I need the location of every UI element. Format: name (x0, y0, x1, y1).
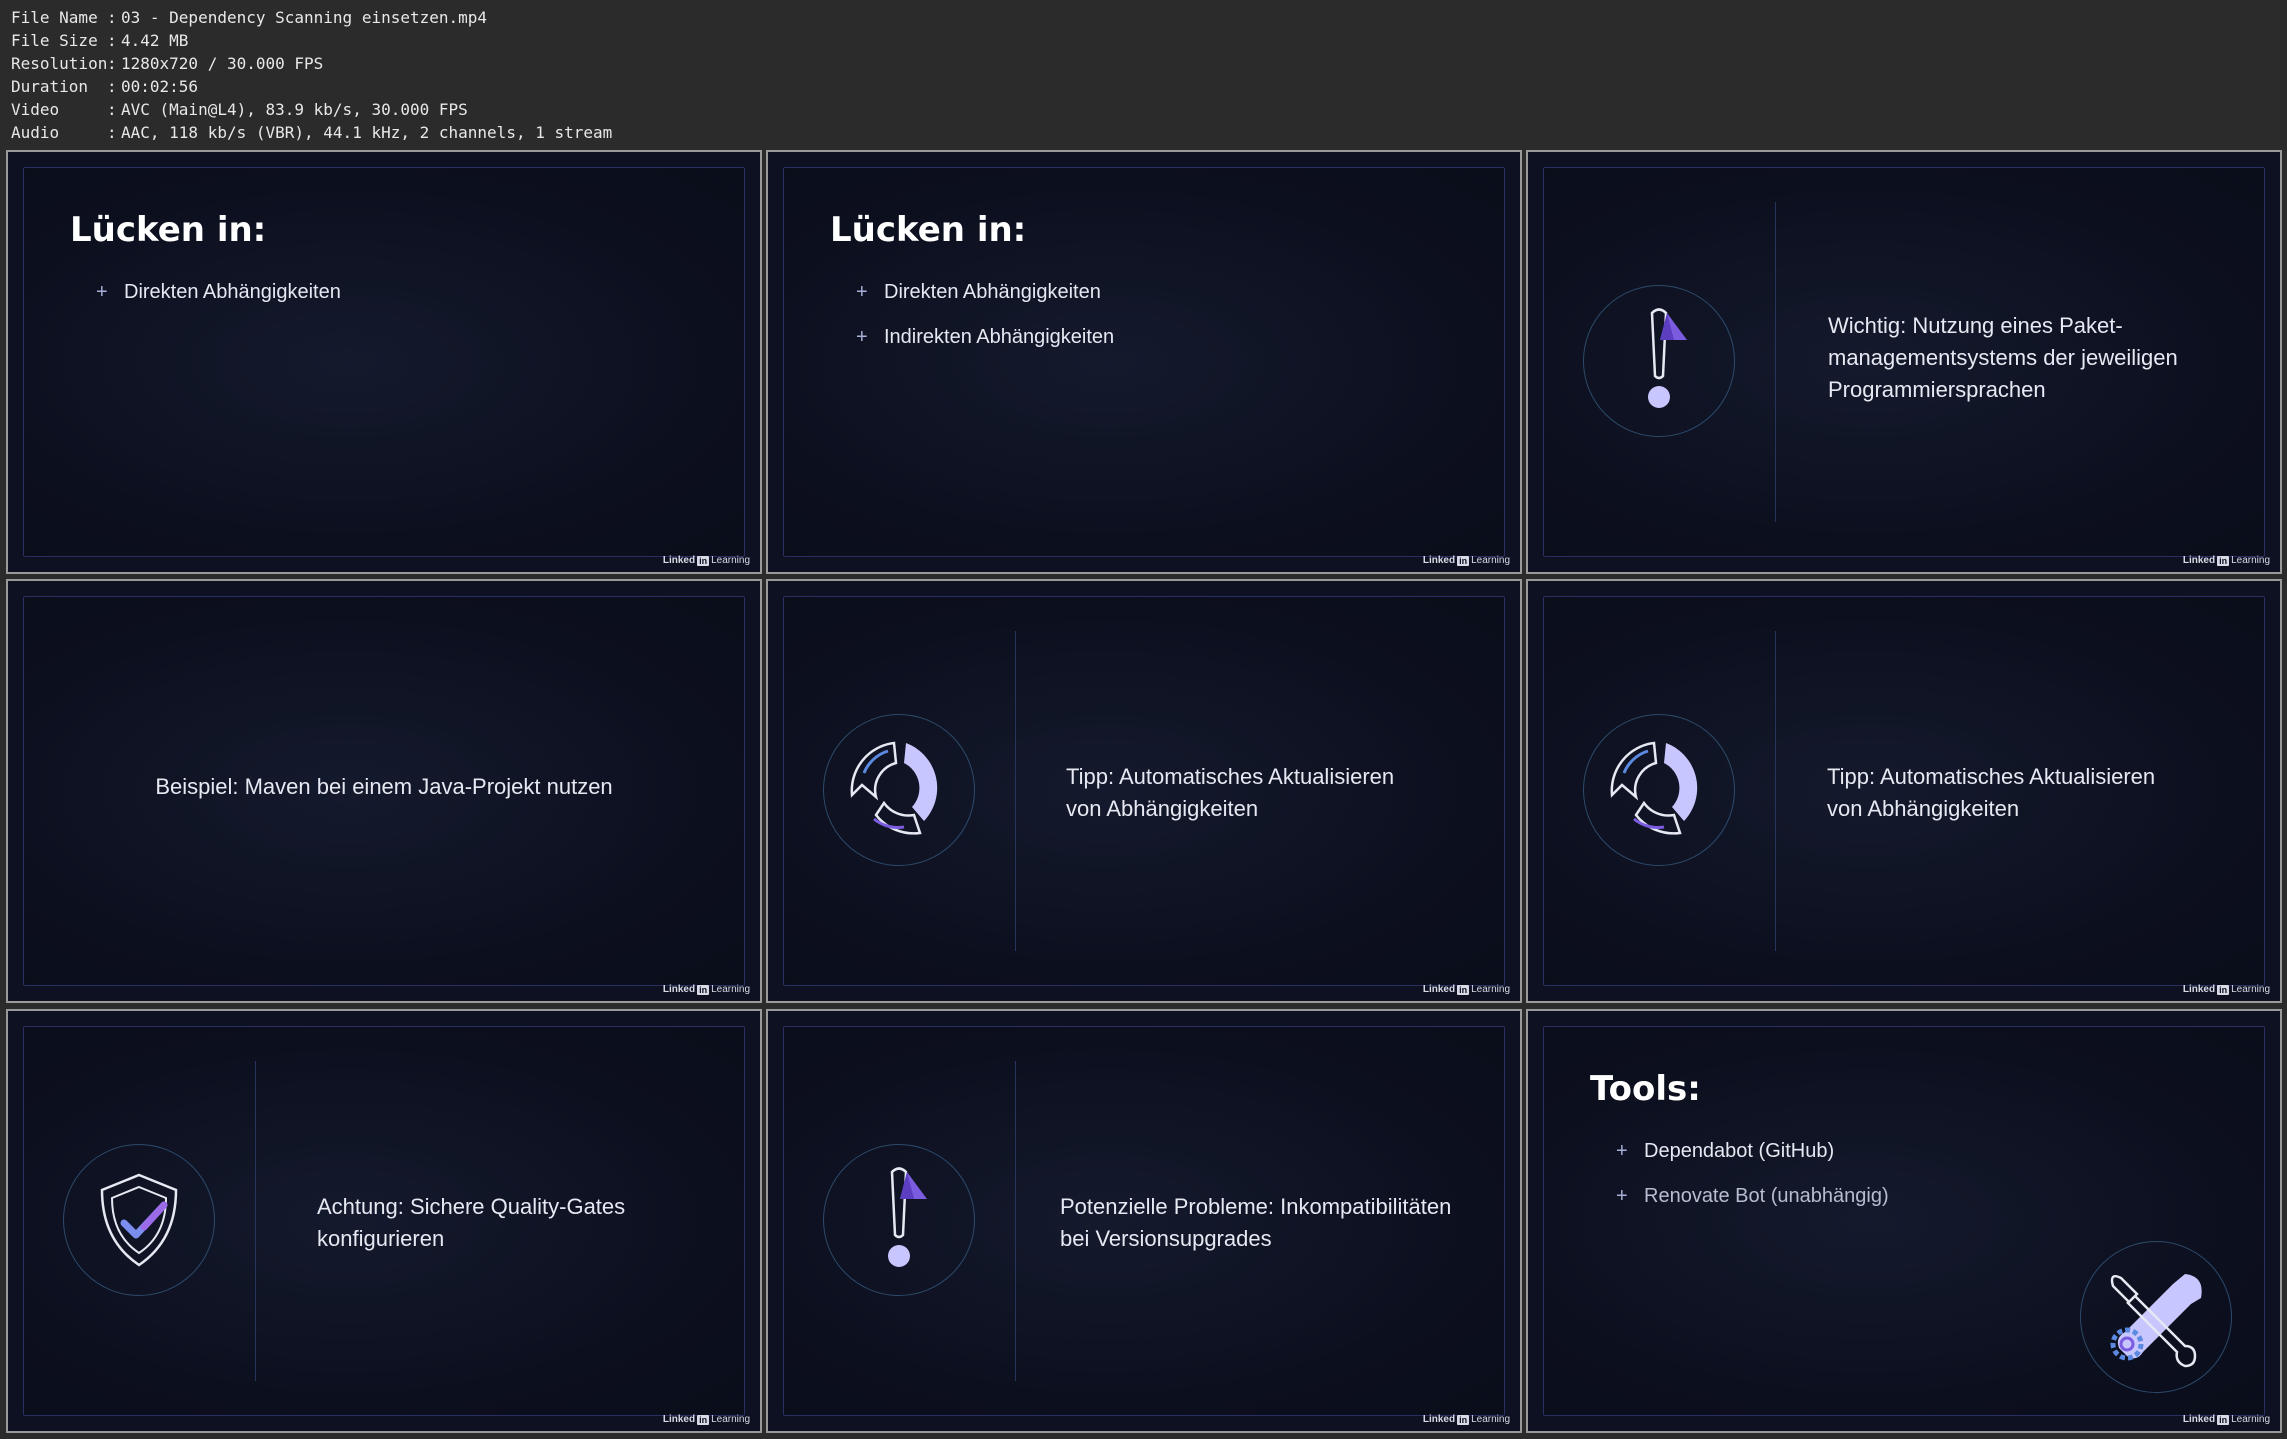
linkedin-learning-logo: Linked in Learning (662, 1414, 750, 1425)
thumbnail-9[interactable]: Tools: + Dependabot (GitHub) + Renovate Bo… (1526, 1009, 2282, 1433)
linkedin-learning-logo: Linked in Learning (1422, 1414, 1510, 1425)
meta-file-name: File Name:03 - Dependency Scanning einse… (11, 8, 488, 27)
exclamation-icon (823, 1144, 975, 1296)
plus-icon: + (856, 326, 868, 348)
thumbnail-8[interactable]: Potenzielle Probleme: Inkompatibilitäten… (766, 1009, 1522, 1433)
file-metadata: File Name:03 - Dependency Scanning einse… (11, 6, 612, 144)
linkedin-learning-logo: Linked in Learning (1422, 984, 1510, 995)
plus-icon: + (1616, 1140, 1628, 1162)
slide-title: Lücken in: (70, 210, 267, 250)
bullet-item: + Renovate Bot (unabhängig) (1616, 1185, 1889, 1207)
linkedin-learning-logo: Linked in Learning (1422, 555, 1510, 566)
plus-icon: + (96, 281, 108, 303)
meta-audio: Audio: AAC, 118 kb/s (VBR), 44.1 kHz, 2 c… (11, 123, 613, 142)
divider-line (1775, 202, 1776, 522)
meta-resolution: Resolution:1280x720 / 30.000 FPS (11, 54, 324, 73)
divider-line (255, 1061, 256, 1381)
bullet-item: + Direkten Abhängigkeiten (96, 281, 341, 303)
bullet-list: + Direkten Abhängigkeiten + Indirekten Abh… (856, 270, 1114, 360)
divider-line (1015, 631, 1016, 951)
refresh-cycle-icon (823, 714, 975, 866)
linkedin-learning-logo: Linked in Learning (662, 984, 750, 995)
slide-text: Tipp: Automatisches Aktualisieren von Ab… (1066, 764, 1395, 821)
linkedin-learning-logo: Linked in Learning (2182, 984, 2270, 995)
linkedin-learning-logo: Linked in Learning (662, 555, 750, 566)
slide-text: Wichtig: Nutzung eines Paket- management… (1828, 313, 2178, 402)
bullet-list: + Direkten Abhängigkeiten (96, 270, 341, 315)
slide-title: Tools: (1590, 1069, 1701, 1109)
bullet-item: + Dependabot (GitHub) (1616, 1140, 1835, 1162)
thumbnail-4[interactable]: Beispiel: Maven bei einem Java-Projekt n… (6, 579, 762, 1003)
thumbnail-7[interactable]: Achtung: Sichere Quality-Gates konfiguri… (6, 1009, 762, 1433)
slide-text: Potenzielle Probleme: Inkompatibilitäten… (1060, 1194, 1452, 1251)
meta-video: Video: AVC (Main@L4), 83.9 kb/s, 30.000 F… (11, 100, 468, 119)
linkedin-learning-logo: Linked in Learning (2182, 555, 2270, 566)
exclamation-icon (1583, 285, 1735, 437)
thumbnail-6[interactable]: Tipp: Automatisches Aktualisieren von Ab… (1526, 579, 2282, 1003)
divider-line (1015, 1061, 1016, 1381)
slide-text: Tipp: Automatisches Aktualisieren von Ab… (1827, 764, 2156, 821)
slide-title: Lücken in: (830, 210, 1027, 250)
divider-line (1775, 631, 1776, 951)
shield-check-icon (63, 1144, 215, 1296)
meta-file-size: File Size:4.42 MB (11, 31, 189, 50)
thumbnail-5[interactable]: Tipp: Automatisches Aktualisieren von Ab… (766, 579, 1522, 1003)
thumbnail-1[interactable]: Lücken in: + Direkten Abhängigkeiten Link… (6, 150, 762, 574)
linkedin-learning-logo: Linked in Learning (2182, 1414, 2270, 1425)
plus-icon: + (1616, 1185, 1628, 1207)
bullet-item: + Direkten Abhängigkeiten (856, 281, 1101, 303)
tools-icon (2080, 1241, 2232, 1393)
thumbnail-3[interactable]: Wichtig: Nutzung eines Paket- management… (1526, 150, 2282, 574)
bullet-list: + Dependabot (GitHub) + Renovate Bot (unab… (1616, 1129, 1889, 1219)
refresh-cycle-icon (1583, 714, 1735, 866)
slide-text: Achtung: Sichere Quality-Gates konfiguri… (317, 1194, 626, 1251)
thumbnail-2[interactable]: Lücken in: + Direkten Abhängigkeiten + Ind… (766, 150, 1522, 574)
slide-text: Beispiel: Maven bei einem Java-Projekt n… (155, 774, 613, 799)
plus-icon: + (856, 281, 868, 303)
bullet-item: + Indirekten Abhängigkeiten (856, 326, 1115, 348)
meta-duration: Duration:00:02:56 (11, 77, 199, 96)
